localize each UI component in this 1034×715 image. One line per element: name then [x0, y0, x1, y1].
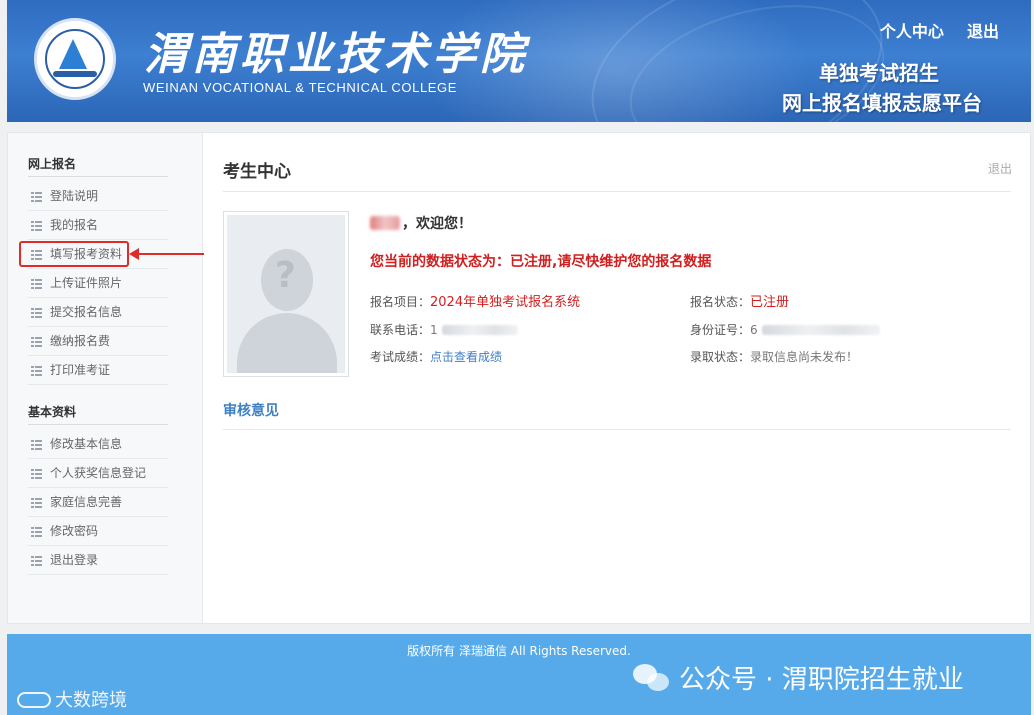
sidebar-item-label: 登陆说明: [50, 189, 99, 203]
sidebar-item-label: 修改密码: [50, 524, 99, 538]
sidebar-item-upload-photo[interactable]: 上传证件照片: [28, 269, 168, 298]
sidebar-item-login-guide[interactable]: 登陆说明: [28, 182, 168, 211]
welcome-text: ，欢迎您！: [402, 216, 472, 232]
sidebar-item-submit-info[interactable]: 提交报名信息: [28, 298, 168, 327]
content-logout-link[interactable]: 退出: [988, 160, 1012, 177]
sidebar-item-family-info[interactable]: 家庭信息完善: [28, 488, 168, 517]
info-label: 报名项目：: [370, 295, 431, 309]
info-score: 考试成绩：点击查看成绩: [370, 348, 502, 365]
sidebar-item-label: 上传证件照片: [50, 276, 123, 290]
list-icon: [31, 365, 42, 376]
info-value: 6: [750, 323, 758, 337]
list-icon: [31, 220, 42, 231]
list-icon: [31, 526, 42, 537]
personal-center-link[interactable]: 个人中心: [880, 22, 944, 41]
info-reg-status: 报名状态：已注册: [690, 291, 789, 310]
list-icon: [31, 497, 42, 508]
redacted-phone: [441, 325, 518, 335]
sidebar-item-label: 退出登录: [50, 553, 99, 567]
college-name-cn: 渭南职业技术学院: [144, 29, 528, 80]
review-section-title: 审核意见: [223, 403, 279, 419]
info-value: 1: [430, 323, 438, 337]
system-title-line1: 单独考试招生: [819, 61, 939, 85]
header-logout-link[interactable]: 退出: [967, 22, 999, 41]
list-icon: [31, 307, 42, 318]
candidate-photo: ?: [223, 211, 349, 377]
sidebar-item-label: 修改基本信息: [50, 437, 123, 451]
system-title-line2: 网上报名填报志愿平台: [782, 91, 982, 115]
sidebar-item-logout[interactable]: 退出登录: [28, 546, 168, 575]
sidebar-item-label: 提交报名信息: [50, 305, 123, 319]
info-id-number: 身份证号：6: [690, 321, 880, 338]
divider: [223, 429, 1011, 430]
list-icon: [31, 191, 42, 202]
list-icon: [31, 278, 42, 289]
site-footer: 版权所有 泽瑞通信 All Rights Reserved. 公众号 · 渭职院…: [7, 634, 1031, 715]
sidebar-item-print-admission[interactable]: 打印准考证: [28, 356, 168, 385]
info-label: 考试成绩：: [370, 350, 431, 364]
sidebar-divider: [28, 424, 168, 425]
annotation-arrow: [132, 253, 204, 255]
header-links: 个人中心 退出: [862, 18, 999, 42]
copyright-text: 版权所有 泽瑞通信 All Rights Reserved.: [407, 644, 631, 658]
info-value: 录取信息尚未发布！: [750, 350, 859, 364]
divider: [223, 191, 1011, 192]
wechat-text: 公众号 · 渭职院招生就业: [679, 665, 964, 695]
wechat-watermark: 公众号 · 渭职院招生就业: [633, 659, 964, 696]
highlight-annotation-box: [19, 241, 129, 267]
info-label: 报名状态：: [690, 295, 751, 309]
info-value: 2024年单独考试报名系统: [430, 295, 581, 310]
info-project: 报名项目：2024年单独考试报名系统: [370, 291, 580, 310]
sidebar-item-label: 个人获奖信息登记: [50, 466, 147, 480]
college-name-en: WEINAN VOCATIONAL & TECHNICAL COLLEGE: [143, 80, 458, 95]
redacted-name: [370, 216, 400, 230]
list-icon: [31, 336, 42, 347]
corner-watermark: 大数跨境: [17, 686, 127, 712]
sidebar: 网上报名 登陆说明 我的报名 填写报考资料 上传证件照片 提交报名信息 缴纳报名…: [8, 133, 203, 623]
info-label: 录取状态：: [690, 350, 751, 364]
site-header: 渭南职业技术学院 WEINAN VOCATIONAL & TECHNICAL C…: [7, 0, 1031, 122]
sidebar-item-change-password[interactable]: 修改密码: [28, 517, 168, 546]
arrow-left-icon: [129, 248, 139, 260]
sidebar-item-awards[interactable]: 个人获奖信息登记: [28, 459, 168, 488]
redacted-id: [761, 325, 880, 335]
info-phone: 联系电话：1: [370, 321, 518, 338]
list-icon: [31, 555, 42, 566]
list-icon: [31, 439, 42, 450]
question-mark-icon: ?: [275, 255, 296, 296]
college-logo-icon: [34, 18, 116, 100]
list-icon: [31, 468, 42, 479]
status-message: 您当前的数据状态为：已注册,请尽快维护您的报名数据: [370, 254, 712, 270]
sidebar-item-label: 我的报名: [50, 218, 99, 232]
sidebar-item-pay-fee[interactable]: 缴纳报名费: [28, 327, 168, 356]
sidebar-item-label: 缴纳报名费: [50, 334, 111, 348]
sidebar-item-label: 打印准考证: [50, 363, 111, 377]
info-value: 已注册: [750, 295, 790, 310]
view-score-link[interactable]: 点击查看成绩: [430, 350, 502, 364]
page-title: 考生中心: [223, 162, 291, 182]
watermark-logo-icon: [17, 692, 51, 708]
sidebar-group-title-registration: 网上报名: [28, 157, 77, 171]
sidebar-item-my-registration[interactable]: 我的报名: [28, 211, 168, 240]
info-label: 联系电话：: [370, 323, 431, 337]
sidebar-divider: [28, 176, 168, 177]
welcome-message: ，欢迎您！: [370, 213, 472, 233]
info-admission: 录取状态：录取信息尚未发布！: [690, 348, 858, 365]
main-panel: 网上报名 登陆说明 我的报名 填写报考资料 上传证件照片 提交报名信息 缴纳报名…: [7, 132, 1031, 624]
sidebar-item-edit-basic-info[interactable]: 修改基本信息: [28, 430, 168, 459]
content-area: 考生中心 退出 ? ，欢迎您！ 您当前的数据状态为：已注册,请尽快维护您的报名数…: [204, 133, 1030, 623]
sidebar-item-label: 家庭信息完善: [50, 495, 123, 509]
info-label: 身份证号：: [690, 323, 751, 337]
watermark-text: 大数跨境: [55, 690, 127, 711]
sidebar-group-title-basic: 基本资料: [28, 405, 77, 419]
wechat-icon: [633, 664, 669, 692]
